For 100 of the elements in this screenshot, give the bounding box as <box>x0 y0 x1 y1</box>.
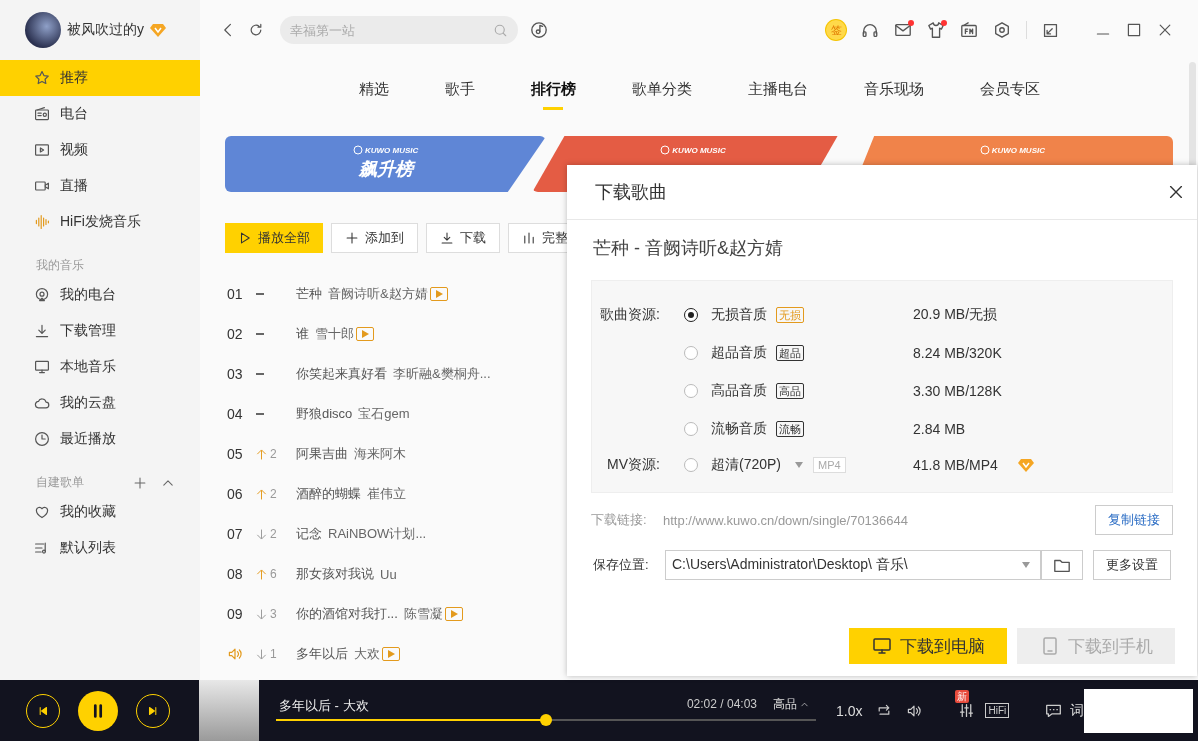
nav-tab[interactable]: 会员专区 <box>979 60 1040 118</box>
song-title[interactable]: 多年以后 <box>296 645 348 663</box>
mini-mode-icon[interactable] <box>1042 21 1059 39</box>
artist-name[interactable]: 李昕融&樊桐舟... <box>393 365 491 383</box>
radio-button[interactable] <box>684 308 698 322</box>
sidebar-item[interactable]: 电台 <box>0 96 200 132</box>
nav-tab[interactable]: 音乐现场 <box>863 60 924 118</box>
sidebar-item[interactable]: 视频 <box>0 132 200 168</box>
play-icon <box>238 231 252 245</box>
song-title[interactable]: 阿果吉曲 <box>296 445 348 463</box>
artist-name[interactable]: 宝石gem <box>358 405 410 423</box>
artist-name[interactable]: 陈雪凝 <box>403 605 443 623</box>
wave-icon <box>34 214 50 230</box>
cloud-icon <box>34 395 50 411</box>
artist-name[interactable]: 崔伟立 <box>367 485 406 503</box>
monitor-icon <box>34 359 50 375</box>
avatar[interactable] <box>25 12 61 48</box>
quality-selector[interactable]: 高品 <box>773 696 809 713</box>
copy-link-button[interactable]: 复制链接 <box>1095 505 1173 535</box>
rank-number: 01 <box>227 286 243 302</box>
quality-option[interactable]: 无损音质 <box>711 306 773 324</box>
chart-banner[interactable]: KUWO MUSIC 飙升榜 <box>225 136 547 192</box>
radio-button[interactable] <box>684 346 698 360</box>
quality-tag: 高品 <box>776 383 804 399</box>
plus-icon <box>345 231 359 245</box>
close-icon[interactable] <box>1157 22 1173 38</box>
folder-button[interactable] <box>1041 550 1083 580</box>
download-to-pc-button[interactable]: 下载到电脑 <box>849 628 1007 664</box>
file-size: 41.8 MB/MP4 <box>913 457 998 473</box>
file-size: 20.9 MB/无损 <box>913 306 998 324</box>
sidebar-item[interactable]: 推荐 <box>0 60 200 96</box>
sidebar-item[interactable]: 我的收藏 <box>0 494 200 530</box>
nav-tab[interactable]: 排行榜 <box>530 60 576 118</box>
hifi-badge[interactable]: HiFi <box>985 703 1010 718</box>
sidebar-item[interactable]: 最近播放 <box>0 421 200 457</box>
nav-tab[interactable]: 歌手 <box>444 60 475 118</box>
comment-icon[interactable] <box>1045 702 1063 719</box>
radio-icon <box>34 106 50 122</box>
song-title[interactable]: 芒种 <box>296 285 322 303</box>
video-icon <box>34 142 50 158</box>
quality-option[interactable]: 流畅音质 <box>711 420 773 438</box>
sidebar-item[interactable]: 直播 <box>0 168 200 204</box>
now-playing-title: 多年以后 - 大欢 <box>279 697 369 715</box>
playback-speed[interactable]: 1.0x <box>836 702 863 719</box>
settings-icon[interactable] <box>993 21 1011 39</box>
new-badge: 新 <box>955 690 970 703</box>
sidebar-item[interactable]: 本地音乐 <box>0 349 200 385</box>
sidebar-item[interactable]: 下载管理 <box>0 313 200 349</box>
artist-name[interactable]: 雪十郎 <box>315 325 354 343</box>
action-button[interactable]: 添加到 <box>331 223 418 253</box>
song-title[interactable]: 那女孩对我说 <box>296 565 374 583</box>
sidebar-item[interactable]: 默认列表 <box>0 530 200 566</box>
file-size: 3.30 MB/128K <box>913 383 1002 399</box>
action-button[interactable]: 下载 <box>426 223 500 253</box>
nav-tab[interactable]: 歌单分类 <box>631 60 692 118</box>
file-size: 2.84 MB <box>913 421 966 437</box>
up-arrow-icon <box>255 447 268 461</box>
sidebar-item[interactable]: 我的电台 <box>0 277 200 313</box>
fm-radio-icon[interactable] <box>960 21 978 39</box>
radio-button[interactable] <box>684 422 698 436</box>
nav-tab[interactable]: 主播电台 <box>747 60 808 118</box>
sidebar-item[interactable]: 我的云盘 <box>0 385 200 421</box>
song-title[interactable]: 记念 <box>296 525 322 543</box>
quality-tag: 无损 <box>776 307 804 323</box>
refresh-icon[interactable] <box>248 22 264 38</box>
up-arrow-icon <box>255 487 268 501</box>
progress-thumb[interactable] <box>540 714 552 726</box>
close-icon[interactable] <box>1167 183 1185 201</box>
music-disc-icon[interactable] <box>530 21 548 39</box>
radio-button[interactable] <box>684 384 698 398</box>
artist-name[interactable]: 音阙诗听&赵方婧 <box>328 285 428 303</box>
download-icon <box>34 323 50 339</box>
quality-option[interactable]: 超品音质 <box>711 344 773 362</box>
song-title[interactable]: 你笑起来真好看 <box>296 365 387 383</box>
lyrics-toggle[interactable]: 词 <box>1070 701 1085 720</box>
song-title[interactable]: 谁 <box>296 325 309 343</box>
save-path-field[interactable]: C:\Users\Administrator\Desktop\ 音乐\ <box>665 550 1041 580</box>
artist-name[interactable]: 大欢 <box>354 645 380 663</box>
sidebar-item[interactable]: HiFi发烧音乐 <box>0 204 200 240</box>
quality-option[interactable]: 高品音质 <box>711 382 773 400</box>
rank-number: 03 <box>227 366 243 382</box>
dropdown-caret-icon[interactable] <box>795 462 804 468</box>
nav-tab[interactable]: 精选 <box>358 60 389 118</box>
song-title[interactable]: 酒醉的蝴蝶 <box>296 485 361 503</box>
field-label: 歌曲资源: <box>599 306 661 324</box>
action-button[interactable]: 播放全部 <box>225 223 323 253</box>
rank-change: 3 <box>270 607 277 621</box>
song-title[interactable]: 野狼disco <box>296 405 353 423</box>
song-title[interactable]: 你的酒馆对我打... <box>296 605 398 623</box>
rank-change: 2 <box>270 527 277 541</box>
rank-change: 2 <box>270 487 277 501</box>
radio-button[interactable] <box>684 458 698 472</box>
artist-name[interactable]: 海来阿木 <box>354 445 406 463</box>
headphones-icon[interactable] <box>861 21 879 39</box>
artist-name[interactable]: Uu <box>380 566 397 582</box>
artist-name[interactable]: RAiNBOW计划... <box>328 525 427 543</box>
maximize-icon[interactable] <box>1126 22 1142 38</box>
more-settings-button[interactable]: 更多设置 <box>1093 550 1171 580</box>
play-pause-button[interactable] <box>78 690 118 731</box>
quality-option[interactable]: 超清(720P) <box>711 456 782 474</box>
